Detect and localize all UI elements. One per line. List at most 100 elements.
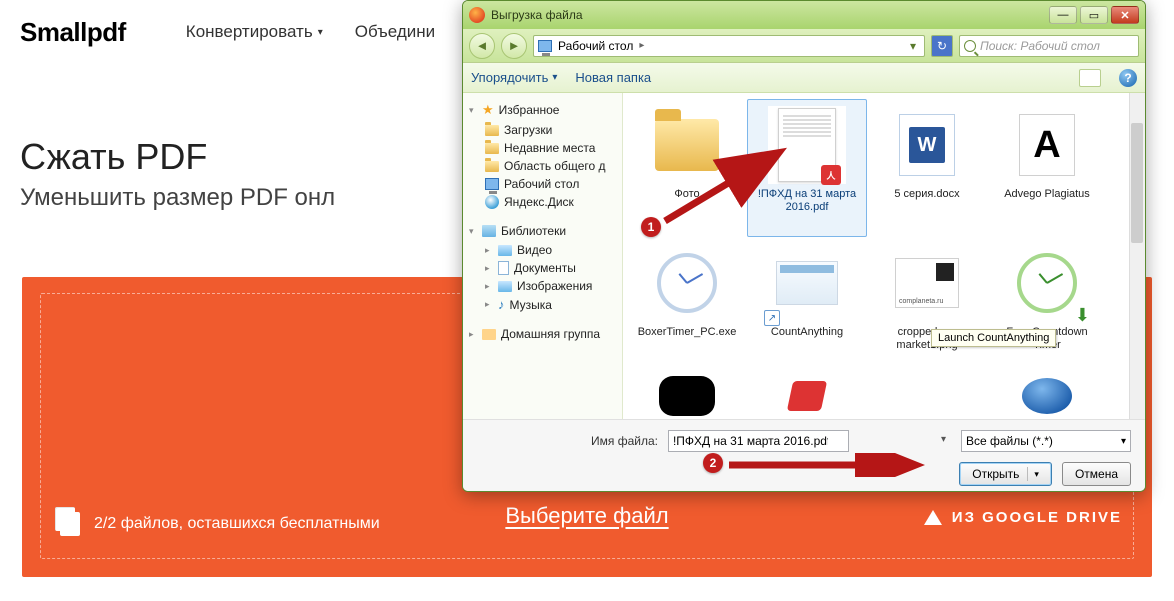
filename-label: Имя файла: [591,434,658,448]
chevron-down-icon: ▾ [1121,436,1126,447]
breadcrumb[interactable]: Рабочий стол [558,39,633,53]
nav-convert[interactable]: Конвертировать ▾ [186,22,323,42]
file-list[interactable]: Фото 人 !ПФХД на 31 марта 2016.pdf W 5 се… [623,93,1145,419]
filetype-combo[interactable]: Все файлы (*.*) ▾ [961,430,1131,452]
file-label: Advego Plagiatus [1000,188,1094,201]
folder-icon [485,161,499,172]
file-tile-cropped-png[interactable]: complaneta.ru cropped-pc-market1.png [867,237,987,375]
file-tile-docx[interactable]: W 5 серия.docx [867,99,987,237]
new-folder-button[interactable]: Новая папка [575,70,651,85]
file-label: BoxerTimer_PC.exe [634,326,741,339]
libraries-icon [482,225,496,237]
open-button[interactable]: Открыть ▾ [959,462,1052,486]
gdrive-label: ИЗ GOOGLE DRIVE [952,509,1122,526]
documents-icon [60,512,80,536]
firefox-icon [469,7,485,23]
choose-file-link[interactable]: Выберите файл [505,503,668,529]
tree-homegroup[interactable]: ▸Домашняя группа [467,324,618,344]
tree-documents[interactable]: ▸Документы [467,259,618,277]
file-open-dialog: Выгрузка файла — ▭ ✕ ◄ ► Рабочий стол ▸ … [462,0,1146,492]
breadcrumb-chevron-icon[interactable]: ▸ [639,40,644,51]
file-tile-boxertimer[interactable]: BoxerTimer_PC.exe [627,237,747,375]
dialog-navbar: ◄ ► Рабочий стол ▸ ▾ ↻ Поиск: Рабочий ст… [463,29,1145,63]
tree-recent[interactable]: Недавние места [467,139,618,157]
nav-back-button[interactable]: ◄ [469,33,495,59]
download-arrow-icon: ⬇ [1075,305,1090,326]
folder-icon [485,125,499,136]
file-tile-partial[interactable] [747,375,867,415]
from-google-drive[interactable]: ИЗ GOOGLE DRIVE [924,509,1122,526]
libraries-label: Библиотеки [501,224,566,238]
quota-info: 2/2 файлов, оставшихся бесплатными [60,512,380,536]
pdf-thumb-icon: 人 [778,108,836,182]
cancel-button[interactable]: Отмена [1062,462,1131,486]
file-label: CountAnything [767,326,847,339]
address-bar[interactable]: Рабочий стол ▸ ▾ [533,35,925,57]
favorites-label: Избранное [499,103,560,117]
close-button[interactable]: ✕ [1111,6,1139,24]
tree-shared[interactable]: Область общего д [467,157,618,175]
address-dropdown-icon[interactable]: ▾ [906,39,920,53]
tree-pictures[interactable]: ▸Изображения [467,277,618,295]
document-icon [498,261,509,275]
tree-music[interactable]: ▸♪Музыка [467,295,618,314]
tree-downloads[interactable]: Загрузки [467,121,618,139]
file-tile-app-advego[interactable]: A Advego Plagiatus [987,99,1107,237]
tree-yadisk[interactable]: Яндекс.Диск [467,193,618,211]
google-drive-icon [924,510,942,525]
view-options-button[interactable] [1079,69,1101,87]
cancel-label: Отмена [1075,467,1118,481]
organize-label: Упорядочить [471,70,548,85]
nav-forward-button[interactable]: ► [501,33,527,59]
window-buttons: — ▭ ✕ [1049,6,1139,24]
tree-desktop[interactable]: Рабочий стол [467,175,618,193]
dialog-footer: Имя файла: ▾ Все файлы (*.*) ▾ Открыть ▾… [463,419,1145,492]
app-icon: A [1019,114,1075,176]
clock-icon [657,253,717,313]
shortcut-icon: ↗ [764,310,780,326]
file-tile-pdf[interactable]: 人 !ПФХД на 31 марта 2016.pdf [747,99,867,237]
scroll-thumb[interactable] [1131,123,1143,243]
logo: Smallpdf [20,17,126,48]
file-tile-folder[interactable]: Фото [627,99,747,237]
yandex-disk-icon [485,195,499,209]
dialog-titlebar[interactable]: Выгрузка файла — ▭ ✕ [463,1,1145,29]
file-tile-partial[interactable] [867,375,987,415]
clock-icon [1017,253,1077,313]
app-icon [779,376,835,416]
file-tile-partial[interactable] [987,375,1107,415]
filename-input[interactable] [668,430,849,452]
app-icon [776,261,838,305]
search-placeholder: Поиск: Рабочий стол [980,39,1100,53]
nav-merge[interactable]: Объедини [355,22,435,42]
app-icon [659,376,715,416]
video-icon [498,245,512,256]
file-label: !ПФХД на 31 марта 2016.pdf [748,188,866,214]
tree-video[interactable]: ▸Видео [467,241,618,259]
top-nav: Конвертировать ▾ Объедини [186,22,435,42]
organize-menu[interactable]: Упорядочить ▾ [471,70,557,85]
filetype-label: Все файлы (*.*) [966,434,1053,448]
file-tile-countdown[interactable]: ⬇ Free Countdown Timer [987,237,1107,375]
tooltip: Launch CountAnything [931,329,1056,347]
desktop-icon [485,178,499,190]
chevron-down-icon[interactable]: ▾ [941,434,946,445]
search-input[interactable]: Поиск: Рабочий стол [959,35,1139,57]
nav-merge-label: Объедини [355,22,435,42]
tree-favorites[interactable]: ▾★Избранное [467,99,618,121]
open-label: Открыть [972,467,1019,481]
desktop-icon [538,40,552,52]
help-icon[interactable]: ? [1119,69,1137,87]
minimize-button[interactable]: — [1049,6,1077,24]
homegroup-icon [482,329,496,340]
file-tile-countanything[interactable]: ↗ CountAnything [747,237,867,375]
folder-icon [485,143,499,154]
file-tile-partial[interactable] [627,375,747,415]
refresh-button[interactable]: ↻ [931,35,953,57]
word-icon: W [899,114,955,176]
maximize-button[interactable]: ▭ [1080,6,1108,24]
annotation-marker-2: 2 [703,453,723,473]
pdf-badge-icon: 人 [821,165,841,185]
tree-libraries[interactable]: ▾Библиотеки [467,221,618,241]
scrollbar[interactable] [1129,93,1145,419]
